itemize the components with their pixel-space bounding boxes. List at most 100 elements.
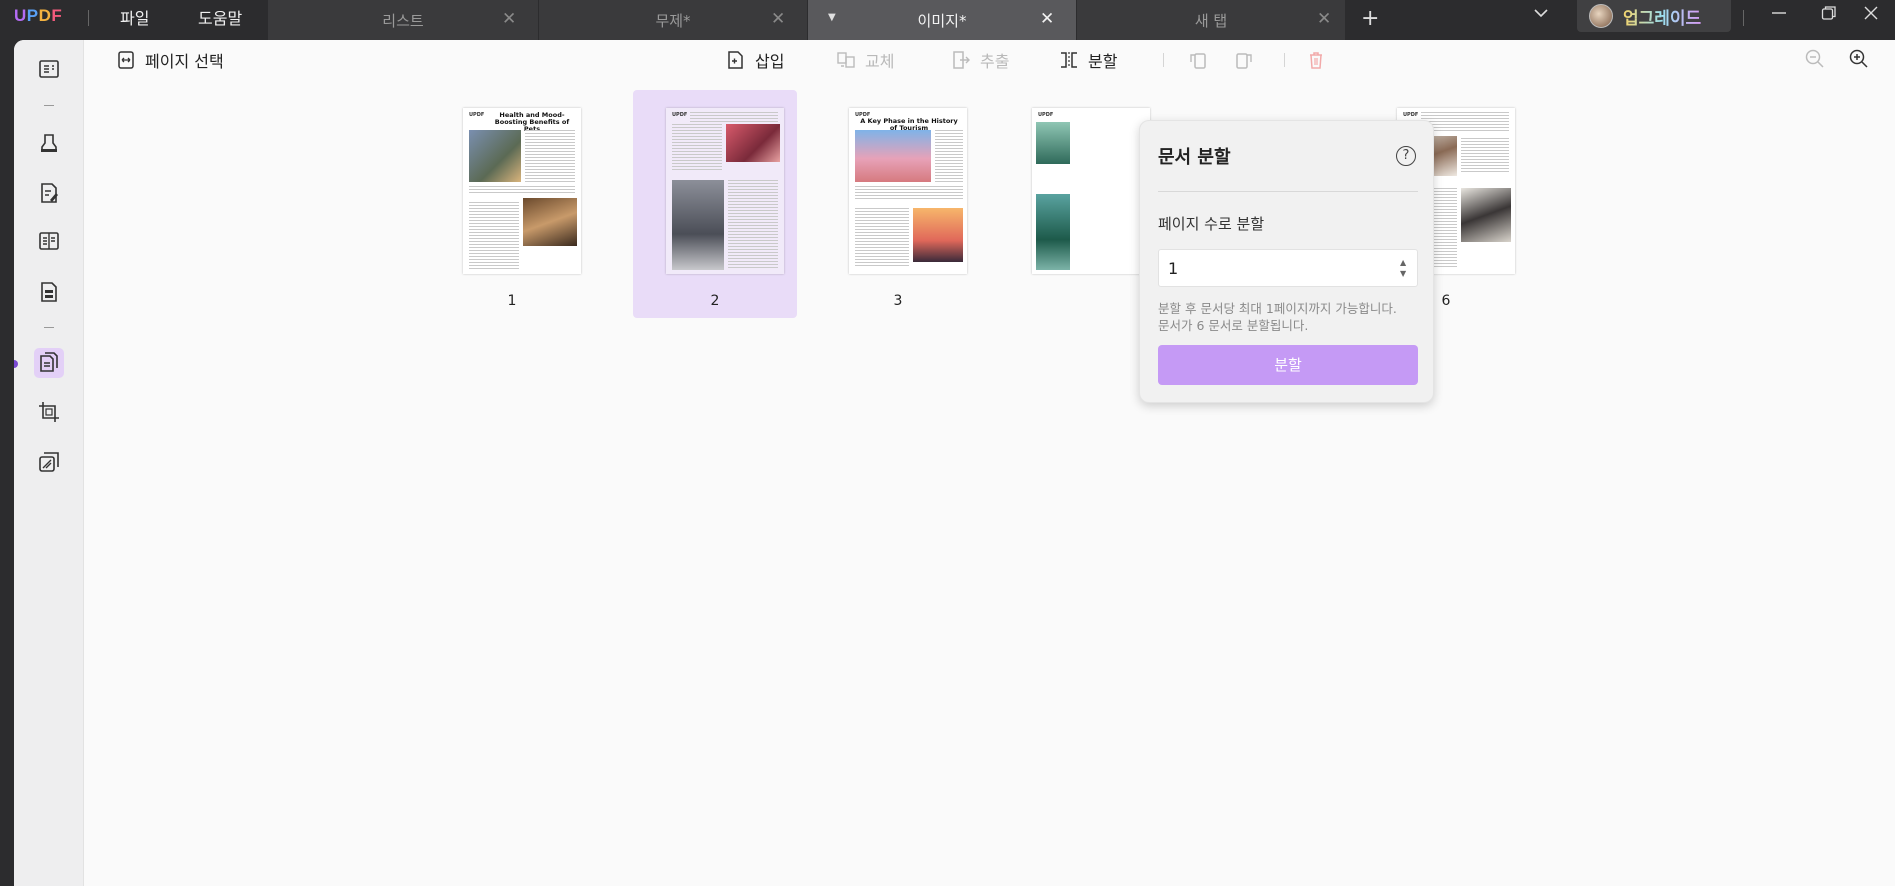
upgrade-label: 업그레이드 bbox=[1623, 4, 1701, 29]
text-block bbox=[855, 208, 909, 268]
new-tab-icon[interactable]: + bbox=[1361, 6, 1379, 31]
close-icon[interactable]: ✕ bbox=[1317, 9, 1331, 29]
sidebar-divider bbox=[44, 105, 54, 106]
text-block bbox=[469, 186, 575, 194]
rotate-left-button[interactable] bbox=[1188, 47, 1217, 73]
toolbar-separator bbox=[1163, 53, 1164, 67]
page-thumbnail-selected[interactable]: UPDF 2 bbox=[633, 90, 797, 318]
tab-label: 새 탭 bbox=[1194, 12, 1228, 30]
chevron-down-icon[interactable] bbox=[1532, 4, 1550, 27]
restore-icon[interactable] bbox=[1820, 4, 1838, 27]
menu-help[interactable]: 도움말 bbox=[198, 5, 242, 29]
landscape-image bbox=[1036, 122, 1070, 164]
page-organizer: 페이지 선택 삽입 교체 추출 분할 UPDF Health and Mood-… bbox=[84, 40, 1895, 886]
page-header-mark: UPDF bbox=[672, 112, 688, 118]
page-header-mark: UPDF bbox=[1403, 112, 1419, 118]
tab-image[interactable]: ▼ 이미지* ✕ bbox=[808, 0, 1076, 40]
tab-untitled[interactable]: 무제* ✕ bbox=[539, 0, 807, 40]
sidebar-divider bbox=[44, 327, 54, 328]
city-image bbox=[855, 130, 931, 182]
page-number: 2 bbox=[710, 293, 720, 309]
tab-new[interactable]: 새 탭 ✕ bbox=[1077, 0, 1345, 40]
close-window-icon[interactable] bbox=[1862, 4, 1880, 27]
page-preview: UPDF Health and Mood-Boosting Benefits o… bbox=[463, 108, 581, 274]
split-hint: 분할 후 문서당 최대 1페이지까지 가능합니다. 문서가 6 문서로 분할됩니… bbox=[1158, 300, 1423, 334]
title-separator bbox=[1743, 10, 1744, 26]
highlighter-icon[interactable] bbox=[34, 128, 64, 158]
replace-label: 교체 bbox=[865, 52, 895, 71]
tab-label: 무제* bbox=[655, 12, 691, 30]
page-preview: UPDF bbox=[666, 108, 784, 274]
page-thumbnail[interactable]: UPDF A Key Phase in the History of Touri… bbox=[816, 90, 980, 318]
split-hint-line: 문서가 6 문서로 분할됩니다. bbox=[1158, 318, 1309, 333]
stepper-up-icon[interactable]: ▲ bbox=[1400, 257, 1410, 268]
layers-icon[interactable] bbox=[34, 447, 64, 477]
active-indicator bbox=[14, 360, 18, 368]
delete-button[interactable] bbox=[1306, 47, 1335, 73]
stepper-down-icon[interactable]: ▼ bbox=[1400, 268, 1410, 279]
close-icon[interactable]: ✕ bbox=[502, 9, 516, 29]
reader-icon[interactable] bbox=[34, 54, 64, 84]
cat-image bbox=[469, 130, 521, 182]
columns-icon[interactable] bbox=[34, 226, 64, 256]
close-icon[interactable]: ✕ bbox=[1040, 9, 1054, 29]
close-icon[interactable]: ✕ bbox=[771, 9, 785, 29]
split-label: 분할 bbox=[1088, 52, 1118, 71]
pet-image bbox=[726, 124, 780, 162]
text-block bbox=[525, 130, 575, 182]
help-icon[interactable]: ? bbox=[1396, 146, 1416, 166]
page-preview: UPDF A Key Phase in the History of Touri… bbox=[849, 108, 967, 274]
extract-label: 추출 bbox=[980, 52, 1010, 71]
page-count-input[interactable] bbox=[1159, 250, 1379, 286]
edit-pdf-icon[interactable] bbox=[34, 178, 64, 208]
page-preview: UPDF bbox=[1032, 108, 1150, 274]
replace-icon bbox=[837, 52, 855, 68]
avatar bbox=[1589, 4, 1613, 28]
select-pages-icon bbox=[118, 51, 134, 69]
person-image bbox=[1461, 188, 1511, 242]
split-confirm-button[interactable]: 분할 bbox=[1158, 345, 1418, 385]
split-button[interactable]: 분할 bbox=[1059, 47, 1117, 73]
rotate-right-button[interactable] bbox=[1234, 47, 1263, 73]
replace-button[interactable]: 교체 bbox=[836, 47, 894, 73]
text-block bbox=[672, 124, 722, 172]
toolbar-separator bbox=[1284, 53, 1285, 67]
text-block bbox=[690, 112, 778, 122]
extract-button[interactable]: 추출 bbox=[951, 47, 1009, 73]
tab-label: 리스트 bbox=[382, 12, 424, 30]
title-bar: UPDF 파일 도움말 리스트 ✕ 무제* ✕ ▼ 이미지* ✕ 새 탭 ✕ +… bbox=[0, 0, 1895, 40]
minimize-icon[interactable] bbox=[1770, 4, 1788, 27]
select-pages-button[interactable]: 페이지 선택 bbox=[116, 47, 224, 73]
crop-icon[interactable] bbox=[34, 397, 64, 427]
select-pages-label: 페이지 선택 bbox=[145, 52, 224, 71]
page-thumbnail[interactable]: UPDF Health and Mood-Boosting Benefits o… bbox=[430, 90, 594, 318]
left-sidebar bbox=[14, 40, 84, 886]
insert-icon bbox=[728, 51, 743, 69]
zoom-in-icon[interactable] bbox=[1848, 48, 1870, 70]
popover-title: 문서 분할 bbox=[1158, 147, 1231, 168]
insert-label: 삽입 bbox=[755, 52, 785, 71]
text-block bbox=[935, 130, 963, 182]
text-block bbox=[855, 186, 963, 200]
page-header-mark: UPDF bbox=[1038, 112, 1054, 118]
page-header-mark: UPDF bbox=[469, 112, 485, 118]
form-icon[interactable] bbox=[34, 277, 64, 307]
upgrade-button[interactable]: 업그레이드 bbox=[1577, 0, 1731, 32]
page-count-field[interactable]: ▲ ▼ bbox=[1158, 249, 1418, 287]
eiffel-image bbox=[913, 208, 963, 262]
extract-icon bbox=[953, 51, 970, 69]
app-logo: UPDF bbox=[14, 6, 63, 25]
zoom-out-icon[interactable] bbox=[1804, 48, 1826, 70]
title-separator bbox=[88, 10, 89, 26]
text-block bbox=[728, 180, 778, 268]
organize-pages-icon[interactable] bbox=[34, 348, 64, 378]
split-hint-line: 분할 후 문서당 최대 1페이지까지 가능합니다. bbox=[1158, 301, 1397, 316]
split-by-pages-label: 페이지 수로 분할 bbox=[1158, 215, 1265, 233]
insert-button[interactable]: 삽입 bbox=[726, 47, 784, 73]
organize-toolbar: 페이지 선택 삽입 교체 추출 분할 bbox=[84, 40, 1895, 80]
page-count-stepper[interactable]: ▲ ▼ bbox=[1400, 257, 1410, 279]
rotate-left-icon bbox=[1190, 53, 1206, 69]
tab-list[interactable]: 리스트 ✕ bbox=[268, 0, 538, 40]
menu-file[interactable]: 파일 bbox=[120, 5, 149, 29]
popover-divider bbox=[1158, 191, 1418, 192]
